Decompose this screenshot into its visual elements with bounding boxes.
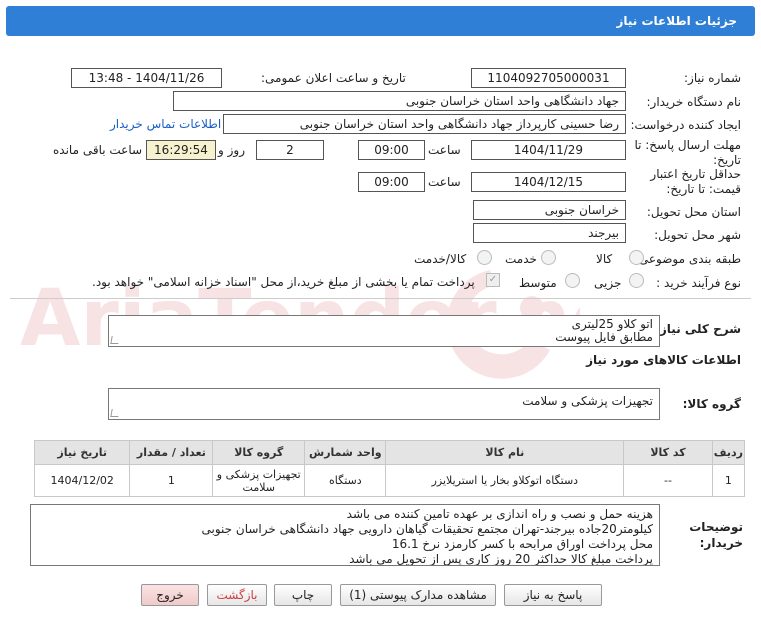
cell-row: 1 [711, 464, 746, 497]
notes-label-line1: توضیحات [689, 520, 743, 534]
city-label: شهر محل تحویل: [654, 228, 741, 242]
province-label: استان محل تحویل: [646, 205, 741, 219]
print-button[interactable]: چاپ [274, 584, 332, 606]
view-documents-button[interactable]: مشاهده مدارک پیوستی (1) [340, 584, 496, 606]
validity-time-field: 09:00 [358, 172, 425, 192]
deadline-label-line1: مهلت ارسال پاسخ: تا [634, 138, 741, 152]
announce-label: تاریخ و ساعت اعلان عمومی: [261, 71, 406, 85]
days-label: روز و [218, 143, 245, 157]
cell-qty: 1 [129, 464, 214, 497]
remaining-time-field: 16:29:54 [146, 140, 216, 160]
purchase-type-label: نوع فرآیند خرید : [656, 276, 741, 290]
col-header-date: تاریخ نیاز [33, 440, 131, 465]
purchase-option-minor: جزیی [594, 276, 622, 290]
col-header-unit: واحد شمارش [304, 440, 387, 465]
validity-label-line2: قیمت: تا تاریخ: [666, 182, 741, 196]
creator-label: ایجاد کننده درخواست: [630, 118, 741, 132]
cell-unit: دستگاه [304, 464, 387, 497]
goods-group-value: تجهیزات پزشکی و سلامت [522, 394, 653, 408]
category-option-service: خدمت [505, 252, 537, 266]
divider [10, 298, 751, 299]
category-option-goods-service: کالا/خدمت [414, 252, 467, 266]
buyer-org-label: نام دستگاه خریدار: [646, 95, 742, 109]
page-header: جزئیات اطلاعات نیاز [6, 6, 755, 36]
buyer-notes-box[interactable]: هزینه حمل و نصب و راه اندازی بر عهده تام… [30, 504, 660, 566]
payment-note: پرداخت تمام یا بخشی از مبلغ خرید،از محل … [92, 275, 475, 289]
purchase-radio-minor[interactable] [629, 273, 644, 288]
col-header-group: گروه کالا [212, 440, 306, 465]
category-radio-goods[interactable] [629, 250, 644, 265]
category-option-goods: کالا [596, 252, 613, 266]
notes-line: محل پرداخت اوراق مرابحه با کسر کارمزد نر… [391, 537, 653, 551]
goods-group-textarea[interactable]: تجهیزات پزشکی و سلامت [108, 388, 660, 420]
col-header-name: نام کالا [385, 440, 625, 465]
col-header-qty: تعداد / مقدار [129, 440, 214, 465]
need-number-field: 1104092705000031 [471, 68, 626, 88]
notes-line: هزینه حمل و نصب و راه اندازی بر عهده تام… [346, 507, 653, 521]
category-radio-service[interactable] [541, 250, 556, 265]
cell-group: تجهیزات پزشکی و سلامت [212, 464, 306, 497]
notes-label-line2: خریدار: [699, 536, 743, 550]
goods-table: ردیف کد کالا نام کالا واحد شمارش گروه کا… [33, 440, 746, 497]
page-title: جزئیات اطلاعات نیاز [616, 14, 737, 28]
notes-line: پرداخت مبلغ کالا حداکثر 20 روز کاری پس ا… [349, 552, 653, 566]
resize-grip-icon[interactable] [110, 409, 120, 417]
description-line2: مطابق فایل پیوست [555, 330, 653, 344]
buyer-contact-link[interactable]: اطلاعات تماس خریدار [110, 117, 221, 131]
province-field: خراسان جنوبی [473, 200, 626, 220]
reply-button[interactable]: پاسخ به نیاز [504, 584, 602, 606]
validity-label-line1: حداقل تاریخ اعتبار [650, 167, 741, 181]
validity-time-label: ساعت [428, 175, 461, 189]
deadline-label-line2: تاریخ: [713, 153, 741, 167]
description-textarea[interactable]: اتو کلاو 25لیتری مطابق فایل پیوست [108, 315, 660, 347]
table-row[interactable]: 1 -- دستگاه اتوکلاو بخار یا استریلایزر د… [33, 464, 746, 497]
category-radio-goods-service[interactable] [477, 250, 492, 265]
category-label: طبقه بندی موضوعی: [634, 252, 741, 266]
cell-date: 1404/12/02 [33, 464, 131, 497]
col-header-row: ردیف [711, 440, 746, 465]
days-remaining-field: 2 [256, 140, 324, 160]
description-label: شرح کلی نیاز: [655, 322, 741, 336]
cell-code: -- [623, 464, 713, 497]
back-button[interactable]: بازگشت [207, 584, 267, 606]
validity-date-field: 1404/12/15 [471, 172, 626, 192]
creator-field: رضا حسینی کارپرداز جهاد دانشگاهی واحد اس… [223, 114, 626, 134]
announce-field: 1404/11/26 - 13:48 [71, 68, 222, 88]
buyer-org-field: جهاد دانشگاهی واحد استان خراسان جنوبی [173, 91, 626, 111]
cell-name: دستگاه اتوکلاو بخار یا استریلایزر [385, 464, 625, 497]
deadline-date-field: 1404/11/29 [471, 140, 626, 160]
exit-button[interactable]: خروج [141, 584, 199, 606]
deadline-time-field: 09:00 [358, 140, 425, 160]
remaining-time-label: ساعت باقی مانده [53, 143, 143, 157]
purchase-option-medium: متوسط [519, 276, 557, 290]
treasury-checkbox[interactable]: ✓ [486, 273, 500, 287]
notes-line: کیلومتر20جاده بیرجند-تهران مجتمع تحقیقات… [201, 522, 653, 536]
goods-section-title: اطلاعات کالاهای مورد نیاز [586, 353, 741, 367]
table-header-row: ردیف کد کالا نام کالا واحد شمارش گروه کا… [33, 440, 746, 465]
goods-group-label: گروه کالا: [682, 397, 741, 411]
purchase-radio-medium[interactable] [565, 273, 580, 288]
need-number-label: شماره نیاز: [684, 71, 741, 85]
deadline-time-label: ساعت [428, 143, 461, 157]
col-header-code: کد کالا [623, 440, 713, 465]
resize-grip-icon[interactable] [110, 336, 120, 344]
city-field: بیرجند [473, 223, 626, 243]
